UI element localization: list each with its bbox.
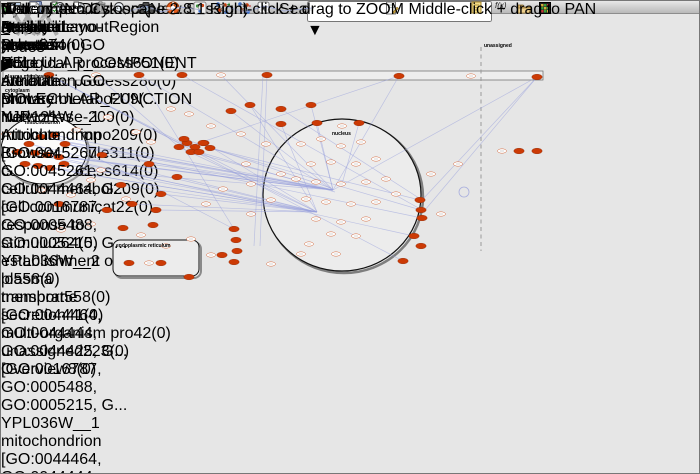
selected-node[interactable] — [354, 120, 364, 126]
selected-node[interactable] — [532, 148, 542, 154]
table-cell[interactable]: plasma membrane — [1, 271, 88, 307]
selected-node[interactable] — [416, 243, 426, 249]
selected-node[interactable] — [198, 140, 208, 146]
table-row[interactable]: YPL036W__1mitochondrion[GO:0044464, GO:0… — [1, 415, 163, 474]
selected-node[interactable] — [306, 102, 316, 108]
tab-network-attribute-browser[interactable]: Network Attribute Browser — [1, 109, 61, 163]
selected-node[interactable] — [394, 73, 404, 79]
cytoscape-window: Cytoscape Desktop (New Session) 1:1 — [0, 0, 700, 474]
selected-node[interactable] — [276, 106, 286, 112]
selected-node[interactable] — [262, 72, 272, 78]
selected-node[interactable] — [177, 72, 187, 78]
selected-node[interactable] — [229, 226, 239, 232]
table-cell[interactable]: [GO:0016787, GO:0005488, GO:0005215, G..… — [1, 199, 161, 253]
tab-edge-attribute-browser[interactable]: Edge Attribute Browser — [1, 55, 61, 109]
nucleus-label: nucleus — [332, 131, 351, 137]
selected-node[interactable] — [514, 148, 524, 154]
selected-node[interactable] — [532, 74, 542, 80]
table-cell[interactable]: [GO:0044464, GO:0044444, GO:0044425, G..… — [1, 307, 163, 361]
table-cell[interactable]: YPL036W__2 — [1, 253, 60, 271]
unassigned-label: unassigned — [484, 43, 512, 49]
selected-node[interactable] — [172, 174, 182, 180]
status-bar: Welcome to Cytoscape 2.8.1 Right-click +… — [1, 1, 596, 19]
pan-hint: Middle-click + drag to PAN — [408, 1, 596, 18]
selected-node[interactable] — [409, 233, 419, 239]
zoom-hint: Right-click + drag to ZOOM — [210, 1, 404, 18]
selected-node[interactable] — [276, 121, 286, 127]
selected-node[interactable] — [226, 108, 236, 114]
edge[interactable] — [422, 77, 537, 200]
attribute-browser-tabs: Node Attribute BrowserEdge Attribute Bro… — [1, 1, 61, 163]
selected-node[interactable] — [179, 136, 189, 142]
table-cell[interactable]: mitochondrion — [1, 433, 88, 451]
selected-node[interactable] — [229, 259, 239, 265]
selected-node[interactable] — [416, 207, 426, 213]
selected-node[interactable] — [312, 120, 322, 126]
selected-node[interactable] — [194, 149, 204, 155]
table-cell[interactable]: [GO:0044464, GO:0044444, GO:0044425, G..… — [1, 451, 163, 474]
table-cell[interactable]: [GO:0016787, GO:0005488, GO:0005215, G..… — [1, 361, 161, 415]
selected-node[interactable] — [232, 248, 242, 254]
selected-node[interactable] — [184, 274, 194, 280]
table-row[interactable]: YPL036W__2plasma membrane[GO:0044464, GO… — [1, 253, 163, 415]
selected-node[interactable] — [205, 145, 215, 151]
welcome-message: Welcome to Cytoscape 2.8.1 — [1, 1, 205, 18]
selected-node[interactable] — [398, 258, 408, 264]
selected-node[interactable] — [415, 197, 425, 203]
selected-node[interactable] — [417, 215, 427, 221]
self-loop-edge — [459, 187, 469, 197]
attribute-table-rows: YJR121W__1mitochondrion[GO:0045267, GO:0… — [1, 109, 163, 474]
table-cell[interactable]: YPL036W__1 — [1, 415, 60, 433]
selected-node[interactable] — [245, 102, 255, 108]
selected-node[interactable] — [231, 237, 241, 243]
selected-node[interactable] — [217, 252, 227, 258]
